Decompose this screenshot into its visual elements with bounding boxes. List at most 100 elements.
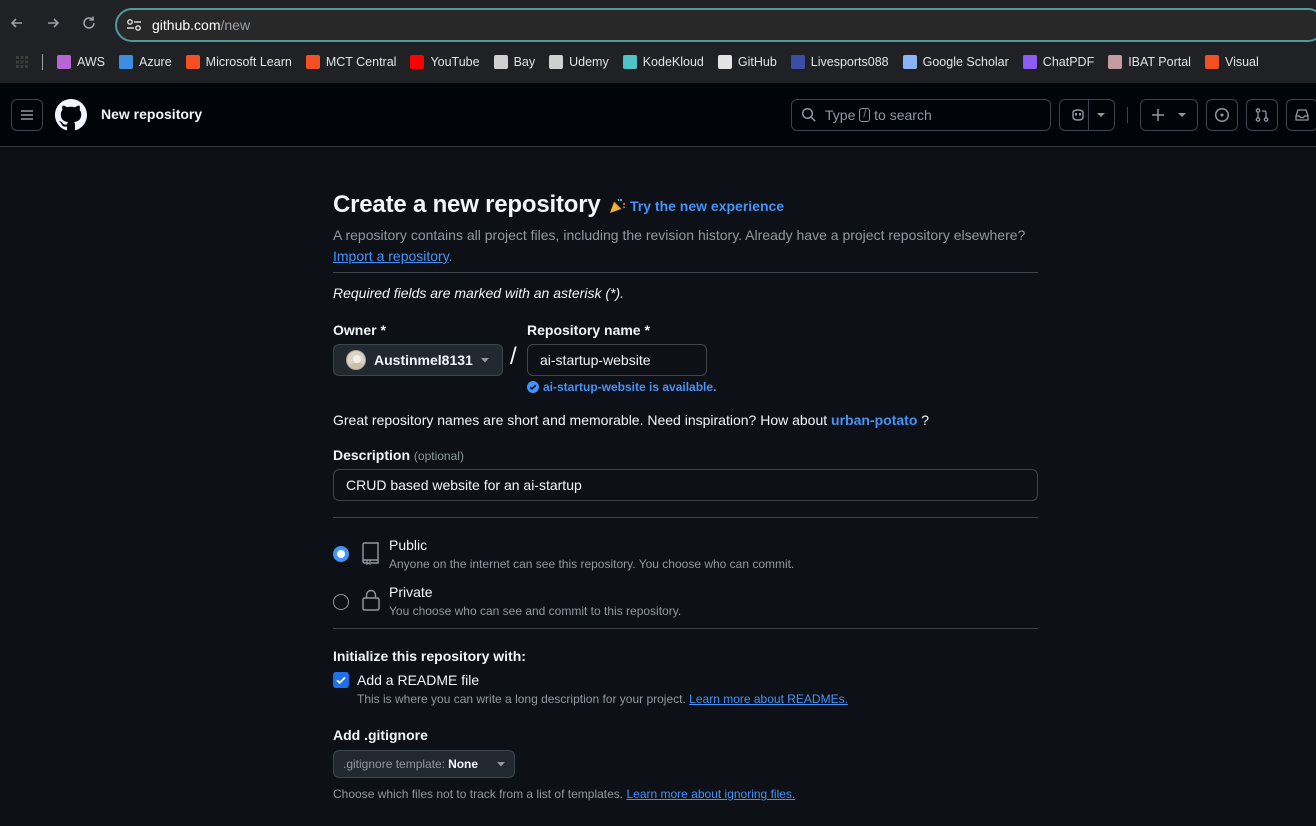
bookmark-favicon-icon <box>1022 55 1037 69</box>
plus-icon <box>1152 109 1164 121</box>
bookmark-favicon-icon <box>493 55 508 69</box>
gitignore-label: Add .gitignore <box>333 727 428 743</box>
bookmark-aws[interactable]: AWS <box>57 50 105 74</box>
header-divider <box>1127 107 1128 123</box>
bookmarks-bar: AWS Azure Microsoft Learn MCT Central YouTub… <box>0 50 1316 74</box>
pull-requests-button[interactable] <box>1246 99 1278 131</box>
repo-icon <box>362 542 379 565</box>
gitignore-template-select[interactable]: .gitignore template: None <box>333 750 515 778</box>
private-radio[interactable] <box>333 594 349 610</box>
bookmark-kodekloud[interactable]: KodeKloud <box>622 50 704 74</box>
bookmark-favicon-icon <box>549 55 564 69</box>
inbox-icon <box>1295 109 1309 121</box>
try-new-experience-link[interactable]: Try the new experience <box>608 197 784 215</box>
github-logo[interactable] <box>55 99 87 131</box>
issues-button[interactable] <box>1206 99 1238 131</box>
address-bar[interactable]: github.com/new <box>115 8 1316 42</box>
reload-icon <box>83 16 95 29</box>
bookmark-udemy[interactable]: Udemy <box>549 50 609 74</box>
bookmark-favicon-icon <box>305 55 320 69</box>
bookmark-bay[interactable]: Bay <box>493 50 535 74</box>
back-button[interactable] <box>5 11 29 35</box>
arrow-right-icon <box>48 18 60 28</box>
bookmark-favicon-icon <box>622 55 637 69</box>
description-label: Description (optional) <box>333 447 464 463</box>
required-note: Required fields are marked with an aster… <box>333 285 625 301</box>
initialize-label: Initialize this repository with: <box>333 648 526 664</box>
bookmark-favicon-icon <box>717 55 732 69</box>
bookmark-livesports088[interactable]: Livesports088 <box>790 50 889 74</box>
inspiration-text: Great repository names are short and mem… <box>333 412 930 428</box>
public-radio[interactable] <box>333 546 349 562</box>
bookmark-favicon-icon <box>1204 55 1219 69</box>
bookmark-microsoft-learn[interactable]: Microsoft Learn <box>185 50 292 74</box>
check-icon <box>336 676 346 685</box>
check-circle-icon <box>527 381 539 393</box>
browser-chrome: github.com/new AWS Azure Microsoft Learn MC… <box>0 0 1316 83</box>
divider <box>333 272 1038 273</box>
repo-name-label: Repository name * <box>527 322 650 338</box>
pull-request-icon <box>1255 108 1269 122</box>
public-description: Anyone on the internet can see this repo… <box>389 557 795 571</box>
owner-repo-separator: / <box>510 343 517 370</box>
lock-icon <box>362 589 380 611</box>
bookmark-github[interactable]: GitHub <box>717 50 777 74</box>
bookmark-chatpdf[interactable]: ChatPDF <box>1022 50 1094 74</box>
caret-down-icon <box>481 358 489 363</box>
bookmark-visual[interactable]: Visual <box>1204 50 1259 74</box>
learn-ignoring-files-link[interactable]: Learn more about ignoring files. <box>626 787 795 801</box>
suggested-name-link[interactable]: urban-potato <box>831 412 917 428</box>
bookmark-azure[interactable]: Azure <box>119 50 172 74</box>
bookmark-mct-central[interactable]: MCT Central <box>305 50 396 74</box>
url-text: github.com/new <box>152 17 251 33</box>
import-repository-link[interactable]: Import a repository <box>333 248 449 264</box>
learn-readmes-link[interactable]: Learn more about READMEs. <box>689 692 848 706</box>
divider <box>333 628 1038 629</box>
issue-opened-icon <box>1214 107 1230 123</box>
bookmarks-separator <box>42 54 43 70</box>
form-lead: A repository contains all project files,… <box>333 227 1026 264</box>
create-new-button[interactable] <box>1140 99 1198 131</box>
forward-button[interactable] <box>41 11 65 35</box>
site-settings-icon[interactable] <box>124 16 144 34</box>
caret-down-icon <box>497 762 505 767</box>
private-description: You choose who can see and commit to thi… <box>389 604 682 618</box>
avatar <box>346 350 366 370</box>
party-popper-icon <box>610 198 626 213</box>
bookmark-favicon-icon <box>57 55 71 69</box>
copilot-button[interactable] <box>1059 99 1115 131</box>
form-heading: Create a new repository <box>333 191 601 218</box>
owner-select[interactable]: Austinmel8131 <box>333 344 503 376</box>
menu-button[interactable] <box>11 99 43 131</box>
search-shortcut-key: / <box>859 108 871 122</box>
private-title: Private <box>389 584 433 600</box>
divider <box>333 517 1038 518</box>
apps-grid-icon[interactable] <box>16 56 28 68</box>
bookmark-ibat-portal[interactable]: IBAT Portal <box>1108 50 1191 74</box>
bookmark-google-scholar[interactable]: Google Scholar <box>902 50 1009 74</box>
arrow-left-icon <box>10 18 22 28</box>
readme-label: Add a README file <box>357 672 480 688</box>
chevron-down-icon <box>1097 113 1105 117</box>
readme-description: This is where you can write a long descr… <box>357 692 848 706</box>
search-input[interactable]: Type / to search <box>791 99 1051 131</box>
bookmark-favicon-icon <box>410 55 425 69</box>
reload-button[interactable] <box>77 11 101 35</box>
github-header: New repository Type / to search <box>0 83 1316 147</box>
description-input[interactable] <box>333 469 1038 501</box>
inbox-button[interactable] <box>1286 99 1316 131</box>
public-title: Public <box>389 537 428 553</box>
gitignore-description: Choose which files not to track from a l… <box>333 787 796 801</box>
bookmark-favicon-icon <box>902 55 917 69</box>
readme-checkbox[interactable] <box>333 672 349 688</box>
copilot-icon <box>1072 109 1084 121</box>
bookmark-favicon-icon <box>185 55 200 69</box>
search-icon <box>801 107 816 122</box>
page-title: New repository <box>101 106 203 122</box>
bookmark-favicon-icon <box>1108 55 1123 69</box>
bookmark-youtube[interactable]: YouTube <box>410 50 480 74</box>
repository-name-input[interactable] <box>527 344 707 376</box>
github-mark-icon <box>55 99 87 131</box>
bookmark-list: AWS Azure Microsoft Learn MCT Central YouTub… <box>57 50 1273 74</box>
hamburger-icon <box>21 110 33 120</box>
